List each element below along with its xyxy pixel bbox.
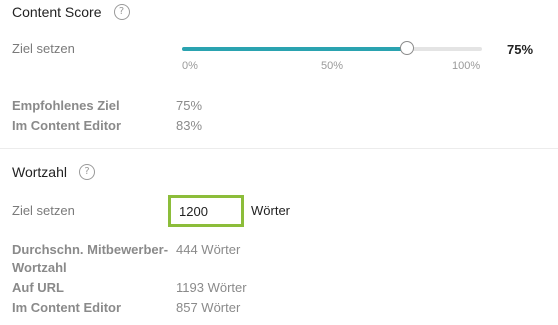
competitor-average-value: 444 Wörter	[176, 242, 241, 257]
slider-tick-min: 0%	[182, 60, 198, 72]
recommended-target-label: Empfohlenes Ziel	[12, 98, 120, 113]
content-score-heading: Content Score ?	[12, 4, 130, 20]
slider-tick-max: 100%	[452, 60, 481, 72]
competitor-average-label-cont: Wortzahl	[12, 260, 67, 275]
score-slider-value: 75%	[507, 42, 534, 57]
word-count-title: Wortzahl	[12, 164, 67, 180]
section-divider	[0, 148, 558, 149]
word-target-label: Ziel setzen	[12, 203, 75, 218]
word-count-input[interactable]	[168, 195, 244, 227]
recommended-target-value: 75%	[176, 98, 203, 113]
score-target-label: Ziel setzen	[12, 41, 75, 56]
score-editor-label: Im Content Editor	[12, 118, 122, 133]
score-slider[interactable]	[182, 41, 482, 55]
word-count-heading: Wortzahl ?	[12, 164, 95, 180]
help-icon[interactable]: ?	[78, 164, 95, 180]
score-slider-handle[interactable]	[400, 41, 414, 55]
word-editor-value: 857 Wörter	[176, 300, 241, 315]
content-score-title: Content Score	[12, 4, 102, 20]
slider-tick-mid: 50%	[321, 60, 344, 72]
score-slider-fill	[182, 47, 407, 51]
score-editor-value: 83%	[176, 118, 203, 133]
on-url-label: Auf URL	[12, 280, 64, 295]
on-url-value: 1193 Wörter	[176, 280, 247, 295]
help-icon[interactable]: ?	[113, 4, 130, 20]
word-input-unit: Wörter	[251, 203, 290, 218]
competitor-average-label: Durchschn. Mitbewerber-	[12, 242, 169, 257]
word-editor-label: Im Content Editor	[12, 300, 122, 315]
